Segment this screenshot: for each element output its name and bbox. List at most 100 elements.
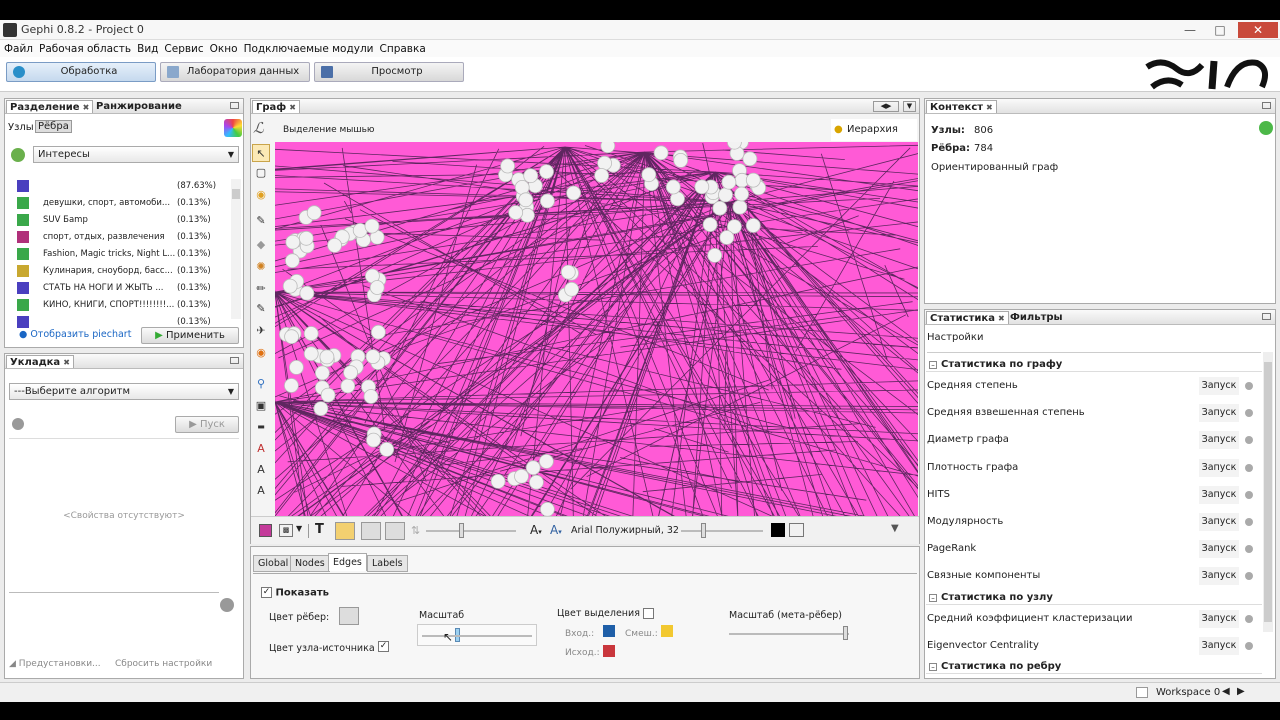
graph-canvas[interactable] [275, 142, 918, 516]
label-settings-icon[interactable] [789, 523, 804, 537]
graph-node[interactable] [597, 155, 613, 171]
workspace-next-icon[interactable]: ▶ [1237, 686, 1245, 697]
minimize-panel-icon[interactable] [1262, 313, 1271, 320]
tab-statistics[interactable]: Статистика ✖ [926, 311, 1009, 324]
close-icon[interactable]: ✖ [998, 314, 1005, 323]
graph-node[interactable] [523, 168, 539, 184]
graph-node[interactable] [340, 378, 356, 394]
show-labels-icon[interactable]: T [315, 522, 324, 537]
graph-node[interactable] [284, 253, 300, 269]
close-icon[interactable]: ✖ [289, 103, 296, 112]
graph-node[interactable] [718, 187, 733, 203]
graph-node[interactable] [298, 230, 314, 246]
graph-node[interactable] [514, 468, 529, 484]
tab-nodes[interactable]: Nodes [290, 555, 330, 572]
menu-workspace[interactable]: Рабочая область [39, 43, 131, 55]
graph-node[interactable] [365, 349, 381, 365]
legend-swatch[interactable] [17, 248, 29, 260]
font-color-icon[interactable]: A▾ [550, 523, 562, 537]
tab-ranking[interactable]: Ранжирование [93, 100, 185, 113]
legend-row[interactable]: Кулинария, сноуборд, басс... (0.13%) [17, 264, 237, 278]
tab-global[interactable]: Global [253, 555, 294, 572]
meta-scale-slider-thumb[interactable] [843, 626, 848, 640]
graph-node[interactable] [564, 281, 580, 297]
selection-mode-icon[interactable]: ℒ [253, 119, 273, 139]
statistics-section-header[interactable]: – Статистика по узлу [926, 591, 1262, 605]
legend-row[interactable]: девушки, спорт, автомоби... (0.13%) [17, 196, 237, 210]
mode-preview-button[interactable]: Просмотр [314, 62, 464, 82]
zoom-icon[interactable]: ⚲ [252, 375, 270, 393]
maximize-icon[interactable]: □ [1206, 22, 1234, 38]
edge-scale-slider[interactable] [426, 530, 516, 532]
meta-scale-slider[interactable] [729, 633, 849, 635]
refresh-icon[interactable] [1259, 121, 1273, 135]
reset-size-icon[interactable]: ▬ [252, 418, 270, 436]
edge-scale-slider-thumb[interactable] [459, 523, 464, 538]
out-color-swatch[interactable] [603, 645, 615, 657]
attribute-select[interactable]: Интересы ▼ [33, 146, 239, 163]
run-statistic-button[interactable]: Запуск [1199, 404, 1239, 423]
minimize-panel-icon[interactable] [230, 102, 239, 109]
hierarchy-button[interactable]: ● Иерархия [831, 119, 917, 141]
graph-node[interactable] [366, 432, 381, 448]
graph-node[interactable] [600, 142, 616, 154]
statistics-section-header[interactable]: – Статистика по ребру [926, 660, 1262, 674]
legend-swatch[interactable] [17, 180, 29, 192]
graph-node[interactable] [665, 179, 681, 195]
palette-icon[interactable] [224, 119, 242, 137]
text-size-icon[interactable]: A [252, 461, 270, 479]
graph-node[interactable] [694, 179, 710, 195]
graph-node[interactable] [539, 193, 555, 209]
apply-button[interactable]: ▶ Применить [141, 327, 239, 344]
graph-node[interactable] [525, 460, 541, 476]
label-size-slider-thumb[interactable] [701, 523, 706, 538]
menu-tools[interactable]: Сервис [164, 43, 203, 55]
drag-icon[interactable]: ◉ [252, 186, 270, 204]
text-color-icon[interactable]: A [252, 440, 270, 458]
graph-node[interactable] [379, 441, 395, 457]
menu-help[interactable]: Справка [380, 43, 426, 55]
graph-node[interactable] [371, 324, 386, 340]
graph-node[interactable] [514, 180, 530, 195]
graph-node[interactable] [518, 192, 534, 208]
run-statistic-button[interactable]: Запуск [1199, 609, 1239, 628]
graph-node[interactable] [500, 158, 516, 174]
graph-node[interactable] [721, 174, 737, 190]
close-icon[interactable]: ✖ [986, 103, 993, 112]
run-statistic-button[interactable]: Запуск [1199, 431, 1239, 450]
run-statistic-button[interactable]: Запуск [1199, 485, 1239, 504]
graph-node[interactable] [566, 185, 582, 201]
scale-slider[interactable] [417, 624, 537, 646]
legend-swatch[interactable] [17, 197, 29, 209]
statistic-info-icon[interactable] [1245, 409, 1253, 418]
graph-node[interactable] [369, 280, 385, 295]
graph-node[interactable] [363, 389, 379, 404]
reset-settings-link[interactable]: Сбросить настройки [115, 659, 212, 669]
legend-swatch[interactable] [17, 316, 29, 328]
tab-list-icon[interactable]: ▼ [903, 101, 916, 112]
legend-row[interactable]: Fashion, Magic tricks, Night L... (0.13%) [17, 247, 237, 261]
scroll-tabs-icon[interactable]: ◀▶ [873, 101, 899, 112]
subtab-edges[interactable]: Рёбра [35, 120, 72, 133]
graph-node[interactable] [734, 186, 750, 202]
show-edges-checkbox[interactable]: ✓ Показать [261, 587, 329, 599]
help-icon[interactable] [220, 598, 234, 612]
font-size-icon[interactable]: A▾ [530, 523, 542, 537]
screenshot-icon[interactable]: ▩ [279, 524, 293, 537]
graph-node[interactable] [508, 205, 524, 220]
graph-node[interactable] [528, 474, 544, 490]
statistic-info-icon[interactable] [1245, 545, 1253, 554]
statistics-scroll-thumb[interactable] [1264, 362, 1272, 622]
collapse-icon[interactable]: – [929, 593, 937, 602]
graph-node[interactable] [712, 200, 728, 216]
edge-mode-icon[interactable] [361, 522, 381, 540]
label-color-icon[interactable] [771, 523, 785, 537]
background-color-icon[interactable] [259, 524, 272, 537]
graph-node[interactable] [653, 145, 669, 161]
legend-scrollbar[interactable] [231, 179, 241, 319]
graph-node[interactable] [594, 168, 610, 183]
graph-node[interactable] [732, 199, 748, 215]
graph-node[interactable] [538, 453, 554, 469]
text-scale-icon[interactable]: A [252, 482, 270, 500]
in-color-swatch[interactable] [603, 625, 615, 637]
